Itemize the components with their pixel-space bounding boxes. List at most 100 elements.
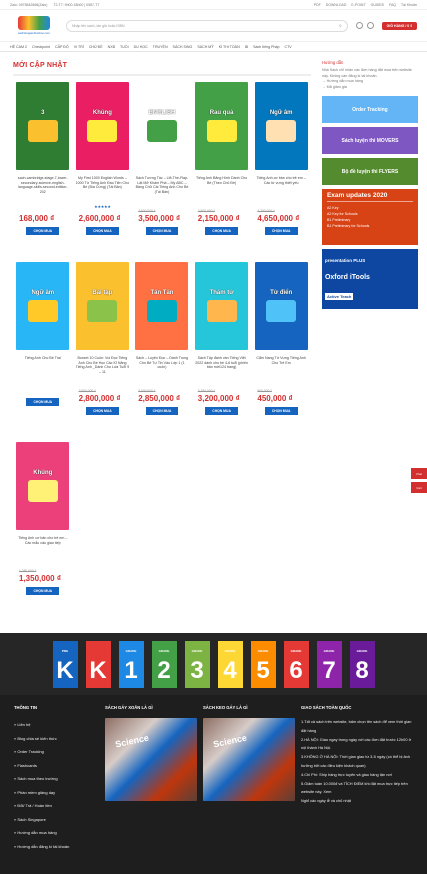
product-title[interactable]: Cẩm Nang Từ Vựng Tiếng Anh Cho Trẻ Em	[254, 356, 308, 384]
buy-button[interactable]: CHỌN MUA	[26, 587, 60, 595]
grade-badge[interactable]: GRADE 8	[349, 640, 375, 688]
glue-book-image[interactable]: Science	[203, 718, 295, 801]
oxford-banner[interactable]: presentation PLUS Oxford iTools Active T…	[321, 249, 418, 309]
grade-badge[interactable]: K	[85, 640, 111, 688]
footer-link-tracking[interactable]: » Order Tracking	[14, 745, 99, 759]
nav-item[interactable]: Sách tiếng Pháp	[253, 45, 279, 49]
user-icon[interactable]	[355, 22, 363, 29]
buy-button[interactable]: CHỌN MUA	[26, 398, 60, 406]
product-title[interactable]: Tiếng Anh Cho Bé Trai	[25, 356, 61, 384]
product-image[interactable]: Thám tử	[195, 262, 249, 350]
nav-item[interactable]: Checkpoint	[32, 45, 50, 49]
buy-button[interactable]: CHỌN MUA	[145, 407, 179, 415]
product-card[interactable]: Ngữ âm Tiếng Anh cơ bản cho trẻ em – Các…	[251, 82, 311, 262]
nav-item[interactable]: SÁCH MỸ	[197, 45, 213, 49]
movers-banner[interactable]: Sách luyện thi MOVERS	[321, 127, 418, 154]
product-title[interactable]: My First 1000 English Words – 1000 Từ Ti…	[76, 176, 130, 204]
buy-button[interactable]: CHỌN MUA	[86, 407, 119, 415]
search-input[interactable]: Nhập tên sách, tác giả hoặc ISBN ⚲	[66, 19, 348, 32]
nav-item[interactable]: TRUYỆN	[153, 45, 168, 49]
product-image[interactable]: Bài tập	[75, 262, 129, 350]
top-link-pdf[interactable]: PDF	[314, 3, 321, 7]
grade-badge[interactable]: PRE K	[52, 640, 78, 688]
top-link-download[interactable]: DOWNLOAD	[326, 3, 347, 7]
product-image[interactable]: 3	[16, 82, 70, 170]
product-title[interactable]: Sách – Luyện Đọc – Dành Trong Cho Bé Tự …	[135, 356, 189, 384]
chat-side-button[interactable]: Chat	[411, 468, 427, 479]
grade-badge[interactable]: GRADE 2	[151, 640, 177, 688]
grade-badge[interactable]: GRADE 1	[118, 640, 144, 688]
nav-item[interactable]: IB	[245, 45, 248, 49]
product-card[interactable]: Thám tử Sách Tập đánh vần Tiếng Việt 202…	[192, 262, 252, 442]
flyers-banner[interactable]: Bộ đề luyện thi FLYERS	[321, 158, 418, 185]
top-link-account[interactable]: Tài Khoản	[401, 3, 417, 7]
nav-item[interactable]: CHỦ ĐỀ	[89, 45, 103, 49]
product-card[interactable]: ENGLISH Sách Tương Tác – Lift-The-Flap-L…	[132, 82, 192, 262]
buy-button[interactable]: CHỌN MUA	[264, 407, 298, 415]
nav-item[interactable]: NXB	[108, 45, 115, 49]
nav-item[interactable]: KÌ THI TOÀN	[219, 45, 240, 49]
footer-link-blog[interactable]: » Blog chia sẻ kiến thức	[14, 732, 99, 746]
grade-badge[interactable]: GRADE 3	[184, 640, 210, 688]
top-link-guides[interactable]: GUIDES	[371, 3, 384, 7]
product-title[interactable]: Sách Tương Tác – Lift-The-Flap-Lật Mở Kh…	[135, 176, 189, 204]
product-title[interactable]: Sách Tập đánh vần Tiếng Việt 2022 dành c…	[195, 356, 249, 384]
grade-badge[interactable]: GRADE 4	[217, 640, 243, 688]
nav-item[interactable]: VI TRÍ	[74, 45, 84, 49]
product-title[interactable]: Tiếng Anh Bằng Hình Dành Cho Bé (Theo Ch…	[195, 176, 249, 204]
footer-link-howtobuy[interactable]: » Hướng dẫn mua hàng	[14, 826, 99, 840]
footer-link-flashcards[interactable]: » Flashcards	[14, 759, 99, 773]
product-image[interactable]: Ngữ âm	[16, 262, 70, 350]
nav-item[interactable]: HỆ CAM 2	[10, 45, 27, 49]
order-tracking-banner[interactable]: Order Tracking	[321, 96, 418, 123]
site-logo[interactable]: sachtiengannhanhoc.com	[10, 15, 58, 37]
product-image[interactable]: Ngữ âm	[254, 82, 308, 170]
product-card[interactable]: Từ điển Cẩm Nang Từ Vựng Tiếng Anh Cho T…	[251, 262, 311, 442]
product-card[interactable]: Khủng Tiếng Anh cơ bản cho trẻ em – Các …	[13, 442, 73, 622]
buy-button[interactable]: CHỌN MUA	[205, 227, 238, 235]
product-title[interactable]: sach-cambridge-stage-7-lower-secondary-s…	[16, 176, 70, 204]
cart-button[interactable]: GIỎ HÀNG / 0 ₫	[381, 21, 417, 30]
buy-button[interactable]: CHỌN MUA	[145, 227, 179, 235]
nav-item[interactable]: CẤP ĐỘ	[55, 45, 69, 49]
product-card[interactable]: Khủng My First 1000 English Words – 1000…	[73, 82, 133, 262]
buy-button[interactable]: CHỌN MUA	[264, 227, 298, 235]
product-image[interactable]: Rau quả	[195, 82, 249, 170]
footer-link-contact[interactable]: » Liên hệ	[14, 718, 99, 732]
footer-link-singapore[interactable]: » Sách Singapore	[14, 813, 99, 827]
product-title[interactable]: Tiếng Anh cơ bản cho trẻ em – Các từ vựn…	[254, 176, 308, 204]
product-card[interactable]: Tấn Tấn Sách – Luyện Đọc – Dành Trong Ch…	[132, 262, 192, 442]
exam-updates-banner[interactable]: Exam updates 2020 A2 Key A2 Key for Scho…	[321, 189, 418, 245]
product-image[interactable]: Tấn Tấn	[135, 262, 189, 350]
search-icon[interactable]: ⚲	[339, 24, 342, 28]
buy-button[interactable]: CHỌN MUA	[26, 227, 60, 235]
top-link-epoint[interactable]: E-POINT	[351, 3, 365, 7]
product-title[interactable]: Tiếng Anh cơ bản cho trẻ em – Các mẫu câ…	[16, 536, 70, 564]
heart-icon[interactable]	[366, 22, 374, 29]
spiral-book-image[interactable]: Science	[105, 718, 197, 801]
footer-link-register[interactable]: » Hướng dẫn đăng kí tài khoản	[14, 840, 99, 854]
grade-badge[interactable]: GRADE 5	[250, 640, 276, 688]
product-card[interactable]: Rau quả Tiếng Anh Bằng Hình Dành Cho Bé …	[192, 82, 252, 262]
product-card[interactable]: Bài tập Boxset 10 Cuốn: Vui Đọc Tiếng An…	[73, 262, 133, 442]
footer-link-school[interactable]: » Sách mua theo trường	[14, 772, 99, 786]
sidebar-link-coupon[interactable]: → Mã giảm giá	[322, 85, 418, 91]
product-image[interactable]: Từ điển	[254, 262, 308, 350]
product-image[interactable]: ENGLISH	[135, 82, 189, 170]
product-image[interactable]: Khủng	[75, 82, 129, 170]
product-card[interactable]: Ngữ âm Tiếng Anh Cho Bé Trai CHỌN MUA	[13, 262, 73, 442]
product-title[interactable]: Boxset 10 Cuốn: Vui Đọc Tiếng Anh Cho Bé…	[76, 356, 130, 384]
nav-item[interactable]: DU HỌC	[134, 45, 148, 49]
buy-button[interactable]: CHỌN MUA	[86, 227, 119, 235]
nav-item[interactable]: SÁCH SING	[173, 45, 193, 49]
product-card[interactable]: 3 sach-cambridge-stage-7-lower-secondary…	[13, 82, 73, 262]
footer-link-returns[interactable]: » Đổi/ Trả / Hoàn tiền	[14, 799, 99, 813]
buy-button[interactable]: CHỌN MUA	[205, 407, 238, 415]
nav-item[interactable]: CTV	[284, 45, 291, 49]
grade-badge[interactable]: GRADE 7	[316, 640, 342, 688]
top-link-faq[interactable]: FAQ	[389, 3, 396, 7]
product-image[interactable]: Khủng	[16, 442, 70, 530]
cart-side-button[interactable]: Cart	[411, 482, 427, 493]
grade-badge[interactable]: GRADE 6	[283, 640, 309, 688]
footer-link-software[interactable]: » Phần mềm giảng dạy	[14, 786, 99, 800]
